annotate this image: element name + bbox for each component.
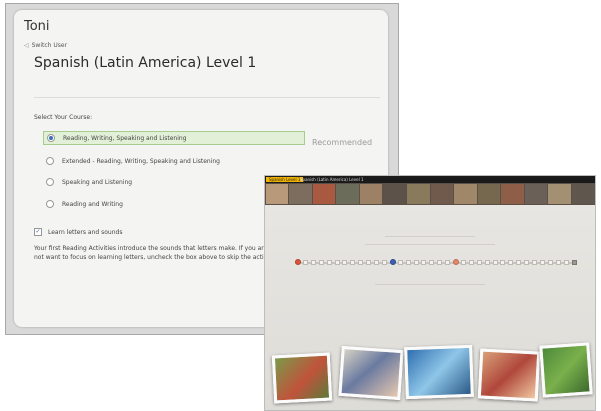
lesson-step-dot[interactable] xyxy=(342,260,348,265)
lesson-step-dot[interactable] xyxy=(302,260,308,265)
lesson-step-dot[interactable] xyxy=(492,260,498,265)
course-option-extended[interactable]: Extended - Reading, Writing, Speaking an… xyxy=(43,154,305,168)
lesson-step-dot[interactable] xyxy=(516,260,522,265)
radio-button[interactable] xyxy=(46,178,54,186)
lesson-path-window: Spanish Level 1 Spanish (Latin America) … xyxy=(264,175,596,411)
lesson-step-dot[interactable] xyxy=(445,260,451,265)
lesson-step-dot[interactable] xyxy=(468,260,474,265)
lesson-photo-plant[interactable] xyxy=(539,342,593,398)
lesson-step-dot[interactable] xyxy=(326,260,332,265)
lesson-photo-couple[interactable] xyxy=(271,352,333,404)
radio-button-selected[interactable] xyxy=(47,134,55,142)
level-badge[interactable]: Spanish Level 1 xyxy=(266,177,304,182)
lesson-title-placeholder xyxy=(385,236,475,237)
unit-thumbnail[interactable] xyxy=(383,184,406,204)
lesson-step-dot-current[interactable] xyxy=(389,259,396,265)
lesson-step-dot[interactable] xyxy=(500,260,506,265)
unit-thumbnail[interactable] xyxy=(312,184,336,204)
lesson-step-dot-end[interactable] xyxy=(571,260,577,265)
arrow-left-icon: ◁ xyxy=(24,42,29,49)
lesson-step-dot[interactable] xyxy=(421,260,427,265)
lesson-step-dot[interactable] xyxy=(508,260,514,265)
letters-sounds-checkbox-row[interactable]: ✓ Learn letters and sounds xyxy=(34,228,122,236)
user-name: Toni xyxy=(24,19,50,34)
lesson-step-dot[interactable] xyxy=(318,260,324,265)
level-title: Spanish (Latin America) Level 1 xyxy=(300,177,364,182)
lesson-step-dot[interactable] xyxy=(429,260,435,265)
lesson-step-dot[interactable] xyxy=(555,260,561,265)
lesson-step-dot[interactable] xyxy=(334,260,340,265)
recommended-label: Recommended xyxy=(312,138,373,147)
lesson-step-dot[interactable] xyxy=(484,260,490,265)
unit-thumbnail[interactable] xyxy=(477,184,501,204)
course-option-full[interactable]: Reading, Writing, Speaking and Listening xyxy=(43,131,305,145)
course-title: Spanish (Latin America) Level 1 xyxy=(34,55,257,71)
lesson-step-dot[interactable] xyxy=(437,260,443,265)
unit-thumbnail[interactable] xyxy=(406,184,430,204)
unit-thumbnail[interactable] xyxy=(548,184,572,204)
switch-user-link[interactable]: ◁ Switch User xyxy=(24,42,67,49)
lesson-caption-placeholder xyxy=(375,284,485,285)
lesson-step-dot[interactable] xyxy=(532,260,537,265)
lesson-step-dot-milestone[interactable] xyxy=(453,259,459,265)
unit-thumbnail[interactable] xyxy=(265,184,289,204)
unit-thumbnail[interactable] xyxy=(289,184,312,204)
select-course-label: Select Your Course: xyxy=(34,114,93,121)
unit-thumbnail[interactable] xyxy=(572,184,595,204)
course-option-label: Reading and Writing xyxy=(62,200,123,208)
radio-button[interactable] xyxy=(46,157,54,165)
lesson-photo-friends[interactable] xyxy=(477,348,541,402)
lesson-step-dot[interactable] xyxy=(366,260,372,265)
lesson-step-dot[interactable] xyxy=(381,260,387,265)
lesson-step-dot[interactable] xyxy=(374,260,379,265)
lesson-step-dot[interactable] xyxy=(460,260,466,265)
lesson-step-dot[interactable] xyxy=(539,260,545,265)
unit-thumbnail[interactable] xyxy=(454,184,477,204)
lesson-step-dot[interactable] xyxy=(358,260,364,265)
unit-thumbnail[interactable] xyxy=(501,184,524,204)
lesson-step-dot[interactable] xyxy=(413,260,419,265)
lesson-photo-beach[interactable] xyxy=(404,344,474,400)
lesson-step-dot[interactable] xyxy=(563,260,569,265)
radio-button[interactable] xyxy=(46,200,54,208)
lesson-step-dot-done[interactable] xyxy=(295,259,301,265)
lesson-step-dot[interactable] xyxy=(310,260,316,265)
lesson-step-dot[interactable] xyxy=(476,260,482,265)
checkbox-checked[interactable]: ✓ xyxy=(34,228,42,236)
divider xyxy=(34,97,380,98)
switch-user-label: Switch User xyxy=(31,42,68,49)
unit-thumbnail[interactable] xyxy=(430,184,454,204)
lesson-photo-family[interactable] xyxy=(338,345,404,401)
unit-thumbnail[interactable] xyxy=(336,184,359,204)
letters-sounds-label: Learn letters and sounds xyxy=(48,228,123,236)
top-bar: Spanish Level 1 Spanish (Latin America) … xyxy=(265,176,595,183)
course-option-label: Extended - Reading, Writing, Speaking an… xyxy=(62,157,220,165)
lesson-step-dot[interactable] xyxy=(524,260,530,265)
course-option-label: Reading, Writing, Speaking and Listening xyxy=(63,134,187,142)
lesson-subtitle-placeholder xyxy=(365,244,495,245)
course-option-label: Speaking and Listening xyxy=(62,178,133,186)
lesson-step-dot[interactable] xyxy=(547,260,553,265)
lesson-step-dot[interactable] xyxy=(405,260,411,265)
unit-thumbnail[interactable] xyxy=(524,184,548,204)
unit-thumbnail[interactable] xyxy=(359,184,383,204)
lesson-step-dot[interactable] xyxy=(350,260,356,265)
unit-image-strip[interactable] xyxy=(265,183,595,205)
lesson-step-dot[interactable] xyxy=(397,260,403,265)
